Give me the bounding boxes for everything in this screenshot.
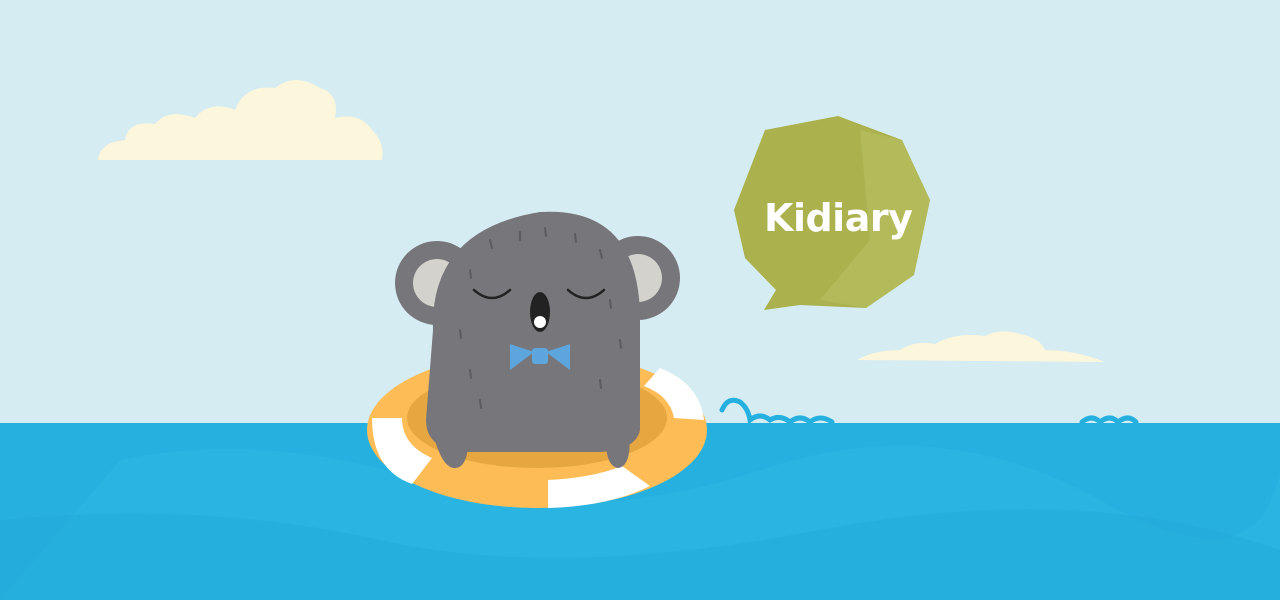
- speech-bubble-label: Kidiary: [764, 196, 913, 240]
- illustration-scene: Kidiary: [0, 0, 1280, 600]
- koala-icon: [395, 211, 680, 469]
- wave-icon: [719, 397, 1139, 426]
- scene-artwork: [0, 80, 1280, 600]
- cloud-icon: [98, 80, 383, 160]
- cloud-icon: [857, 331, 1105, 362]
